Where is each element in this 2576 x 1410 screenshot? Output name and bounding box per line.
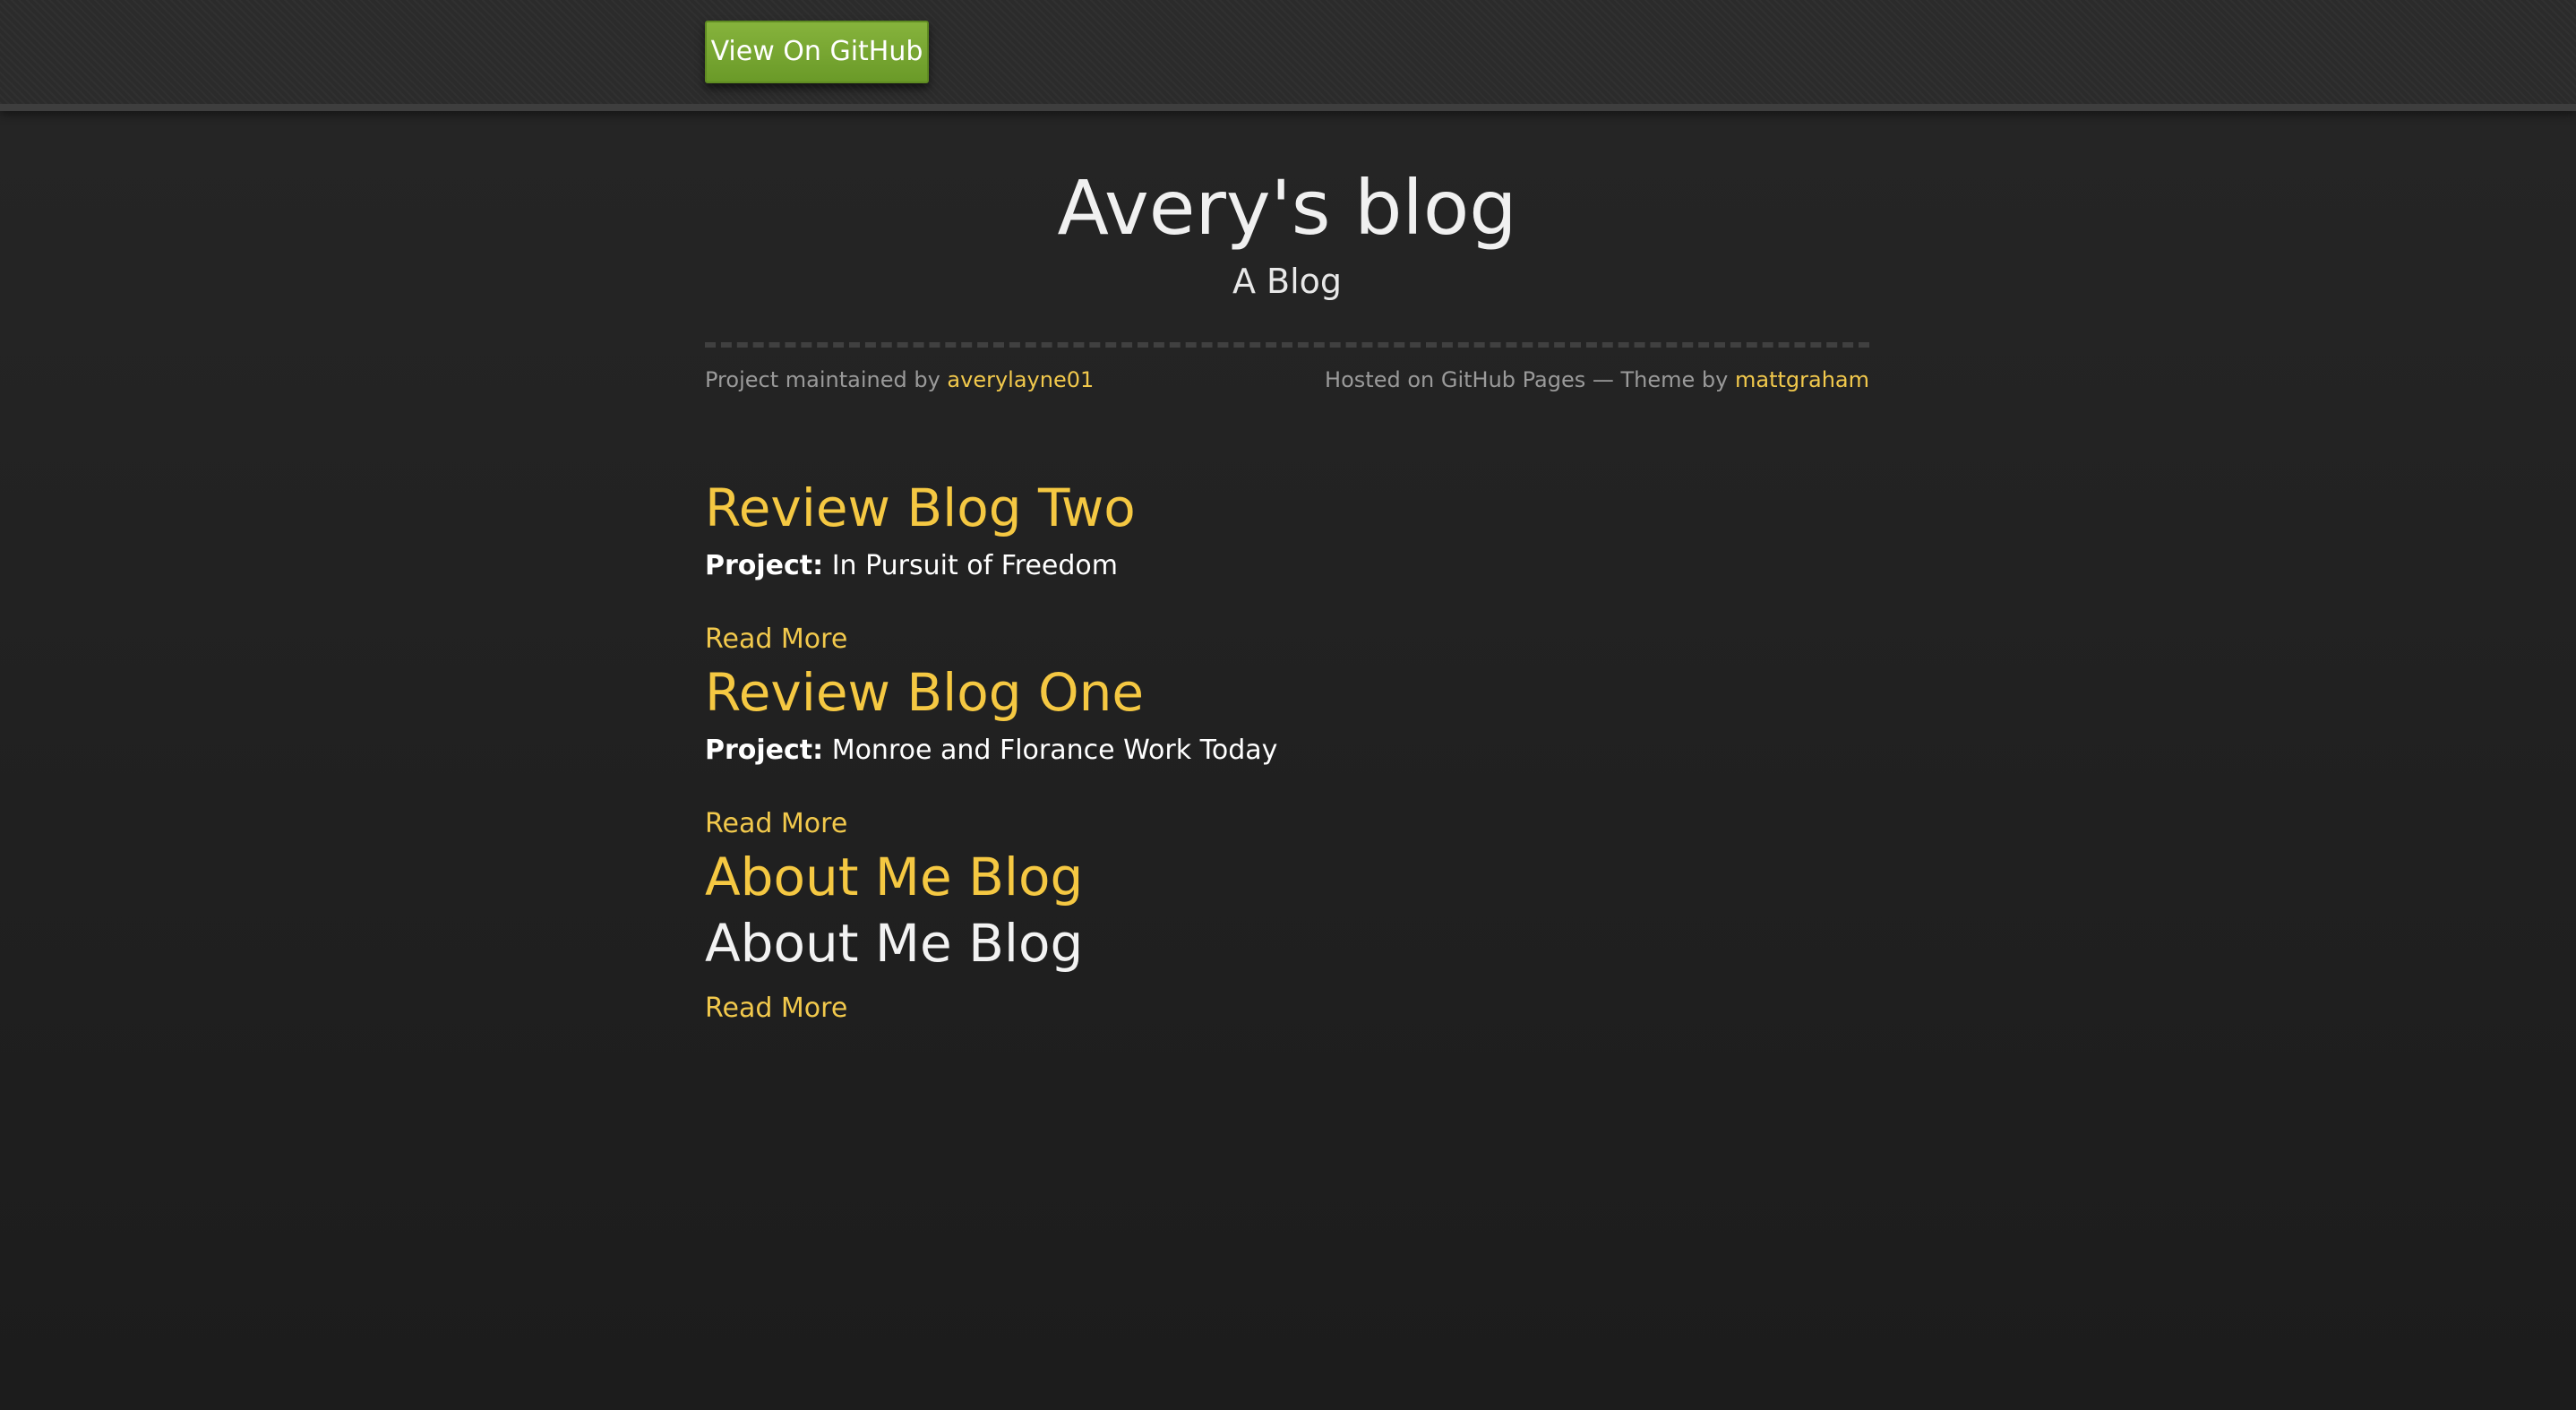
project-label: Project:: [705, 550, 824, 581]
read-more-link[interactable]: Read More: [705, 991, 847, 1027]
read-more-link[interactable]: Read More: [705, 622, 847, 658]
project-label: Project:: [705, 735, 824, 766]
header-divider: [705, 342, 1869, 348]
project-value: In Pursuit of Freedom: [823, 550, 1119, 581]
maintainer-info: Project maintained by averylayne01: [705, 365, 1094, 394]
site-subtitle: A Blog: [1232, 262, 1343, 301]
post-project: Project: In Pursuit of Freedom: [705, 548, 1118, 584]
hosted-text: Hosted on GitHub Pages — Theme by: [1325, 367, 1735, 392]
site-title: Avery's blog: [1057, 164, 1517, 252]
post-excerpt-heading: About Me Blog: [705, 913, 1084, 974]
maintainer-link[interactable]: averylayne01: [947, 367, 1094, 392]
theme-author-link[interactable]: mattgraham: [1735, 367, 1869, 392]
project-value: Monroe and Florance Work Today: [823, 735, 1278, 766]
hosting-info: Hosted on GitHub Pages — Theme by mattgr…: [1325, 365, 1869, 394]
read-more-link[interactable]: Read More: [705, 806, 847, 842]
maintained-prefix: Project maintained by: [705, 367, 948, 392]
post-title-link[interactable]: Review Blog Two: [705, 477, 1136, 539]
top-bar: View On GitHub: [0, 0, 2576, 111]
post-project: Project: Monroe and Florance Work Today: [705, 733, 1277, 769]
view-on-github-button[interactable]: View On GitHub: [705, 21, 929, 83]
post-title-link[interactable]: About Me Blog: [705, 846, 1083, 908]
post-title-link[interactable]: Review Blog One: [705, 661, 1144, 724]
